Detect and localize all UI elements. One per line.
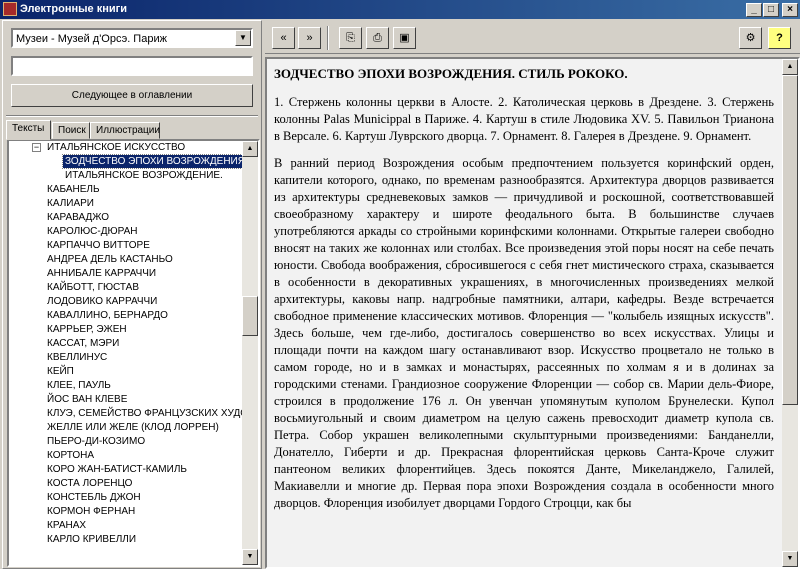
- scroll-up-icon[interactable]: ▲: [242, 141, 258, 157]
- export-icon[interactable]: ▣: [393, 27, 416, 49]
- close-button[interactable]: ×: [782, 3, 798, 17]
- museum-select-value: Музеи - Музей д'Орсэ. Париж: [16, 33, 167, 45]
- settings-icon[interactable]: ⚙: [739, 27, 762, 49]
- toolbar-separator: [327, 26, 329, 50]
- tree-node[interactable]: КАРПАЧЧО ВИТТОРЕ: [47, 239, 150, 252]
- tree-node[interactable]: ЖЕЛЛЕ ИЛИ ЖЕЛЕ (КЛОД ЛОРРЕН): [47, 421, 219, 434]
- forward-button[interactable]: »: [298, 27, 321, 49]
- next-in-contents-button[interactable]: Следующее в оглавлении: [11, 84, 253, 107]
- tree-node[interactable]: КОСТА ЛОРЕНЦО: [47, 477, 132, 490]
- reader-pane: « » ⎘ ⎙ ▣ ⚙ ? ЗОДЧЕСТВО ЭПОХИ ВОЗРОЖДЕНИ…: [265, 20, 800, 569]
- toolbar: « » ⎘ ⎙ ▣ ⚙ ?: [265, 20, 800, 54]
- tree-node[interactable]: КАВАЛЛИНО, БЕРНАРДО: [47, 309, 168, 322]
- illustration-captions: 1. Стержень колонны церкви в Алосте. 2. …: [274, 95, 774, 143]
- tree-node[interactable]: КВЕЛЛИНУС: [47, 351, 107, 364]
- tree-node[interactable]: КАЙБОТТ, ГЮСТАВ: [47, 281, 139, 294]
- collapse-icon[interactable]: −: [32, 143, 41, 152]
- museum-select[interactable]: Музеи - Музей д'Орсэ. Париж ▼: [11, 28, 253, 48]
- tree-node[interactable]: КАССАТ, МЭРИ: [47, 337, 119, 350]
- maximize-button[interactable]: □: [763, 3, 779, 17]
- tree-node[interactable]: КАРРЬЕР, ЭЖЕН: [47, 323, 127, 336]
- tree-node[interactable]: АННИБАЛЕ КАРРАЧЧИ: [47, 267, 156, 280]
- scroll-up-icon[interactable]: ▲: [782, 59, 798, 75]
- tree-node[interactable]: КОРМОН ФЕРНАН: [47, 505, 135, 518]
- tree-node[interactable]: КОРО ЖАН-БАТИСТ-КАМИЛЬ: [47, 463, 187, 476]
- scroll-down-icon[interactable]: ▼: [782, 551, 798, 567]
- tree-node[interactable]: КАРОЛЮС-ДЮРАН: [47, 225, 137, 238]
- copy-icon[interactable]: ⎘: [339, 27, 362, 49]
- navigation-pane: Музеи - Музей д'Орсэ. Париж ▼ Следующее …: [2, 20, 262, 569]
- tab-texts[interactable]: Тексты: [6, 120, 51, 140]
- document-view[interactable]: ЗОДЧЕСТВО ЭПОХИ ВОЗРОЖДЕНИЯ. СТИЛЬ РОКОК…: [265, 57, 800, 569]
- chevron-down-icon[interactable]: ▼: [235, 30, 251, 46]
- article-title: ЗОДЧЕСТВО ЭПОХИ ВОЗРОЖДЕНИЯ. СТИЛЬ РОКОК…: [274, 66, 628, 81]
- tree-scrollbar[interactable]: ▲ ▼: [242, 141, 258, 565]
- back-button[interactable]: «: [272, 27, 295, 49]
- tree-node[interactable]: КЛЕЕ, ПАУЛЬ: [47, 379, 111, 392]
- tab-illustrations[interactable]: Иллюстрации: [90, 122, 160, 139]
- document-content: ЗОДЧЕСТВО ЭПОХИ ВОЗРОЖДЕНИЯ. СТИЛЬ РОКОК…: [274, 65, 774, 522]
- tree-node[interactable]: КЕЙП: [47, 365, 74, 378]
- article-body: В ранний период Возрождения особым предп…: [274, 156, 774, 510]
- scroll-thumb[interactable]: [242, 296, 258, 336]
- help-icon[interactable]: ?: [768, 27, 791, 49]
- tree-node[interactable]: КОНСТЕБЛЬ ДЖОН: [47, 491, 141, 504]
- tree-node[interactable]: КАРЛО КРИВЕЛЛИ: [47, 533, 136, 546]
- tree-node-selected[interactable]: ЗОДЧЕСТВО ЭПОХИ ВОЗРОЖДЕНИЯ. С: [62, 154, 258, 169]
- tree-node[interactable]: АНДРЕА ДЕЛЬ КАСТАНЬО: [47, 253, 173, 266]
- tree-node[interactable]: КАРАВАДЖО: [47, 211, 109, 224]
- print-icon[interactable]: ⎙: [366, 27, 389, 49]
- tab-search[interactable]: Поиск: [52, 122, 90, 139]
- document-scrollbar[interactable]: ▲ ▼: [782, 59, 798, 567]
- tree-node[interactable]: КЛУЭ, СЕМЕЙСТВО ФРАНЦУЗСКИХ ХУДО: [47, 407, 248, 420]
- tree-node-italian-art[interactable]: ИТАЛЬЯНСКОЕ ИСКУССТВО: [47, 141, 185, 154]
- tree-node[interactable]: ЙОС ВАН КЛЕВЕ: [47, 393, 127, 406]
- tree-node[interactable]: ПЬЕРО-ДИ-КОЗИМО: [47, 435, 145, 448]
- tree-node[interactable]: КОРТОНА: [47, 449, 94, 462]
- tree-node[interactable]: ИТАЛЬЯНСКОЕ ВОЗРОЖДЕНИЕ.: [65, 169, 223, 182]
- search-input[interactable]: [11, 56, 253, 76]
- window-title: Электронные книги: [20, 3, 127, 15]
- app-icon: [3, 2, 17, 16]
- title-bar: Электронные книги _ □ ×: [0, 0, 800, 19]
- scroll-down-icon[interactable]: ▼: [242, 549, 258, 565]
- tree-node[interactable]: КРАНАХ: [47, 519, 86, 532]
- tree-node[interactable]: КАЛИАРИ: [47, 197, 94, 210]
- tree-node[interactable]: ЛОДОВИКО КАРРАЧЧИ: [47, 295, 157, 308]
- divider: [6, 115, 258, 117]
- contents-tree[interactable]: − ИТАЛЬЯНСКОЕ ИСКУССТВО ЗОДЧЕСТВО ЭПОХИ …: [7, 139, 260, 567]
- tree-node[interactable]: КАБАНЕЛЬ: [47, 183, 100, 196]
- scroll-thumb[interactable]: [782, 75, 798, 405]
- minimize-button[interactable]: _: [746, 3, 762, 17]
